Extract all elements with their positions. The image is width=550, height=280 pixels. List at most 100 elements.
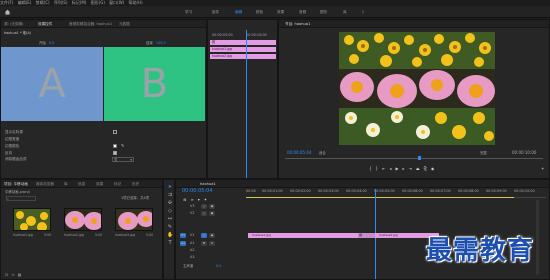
linked-selection-icon[interactable]: ∞ — [190, 197, 197, 202]
workspace-tab-editing[interactable]: 编辑 — [235, 10, 242, 15]
track-label-a1[interactable]: A1 — [190, 241, 194, 245]
wrench-icon[interactable]: ✦ — [204, 197, 211, 202]
tab-effect-controls[interactable]: 效果控件 — [38, 22, 52, 27]
lift-icon[interactable]: ⏏ — [416, 166, 424, 171]
solo-icon[interactable]: S — [209, 241, 215, 246]
ruler-label: 00:00:01:00 — [262, 189, 283, 193]
work-area-bar[interactable] — [246, 197, 514, 199]
workspace-tab-effects[interactable]: 效果 — [277, 10, 284, 15]
program-timecode[interactable]: 00:00:05:04 — [287, 150, 311, 155]
project-item-thumb[interactable] — [13, 208, 51, 231]
type-tool-icon[interactable]: T — [167, 240, 173, 246]
razor-tool-icon[interactable]: ◇ — [167, 208, 173, 214]
project-item-thumb[interactable] — [64, 208, 102, 231]
extract-icon[interactable]: ⎘ — [424, 166, 431, 171]
slip-tool-icon[interactable]: ↔ — [167, 216, 173, 222]
workspace-more[interactable]: 》 — [362, 10, 366, 15]
chevron-down-icon: ▾ — [130, 158, 132, 162]
show-actual-sources-checkbox[interactable] — [113, 130, 117, 134]
selection-tool-icon[interactable]: ➤ — [167, 184, 173, 190]
mini-transition-bar[interactable]: 推 — [210, 40, 276, 45]
workspace-tab-color[interactable]: 颜色 — [256, 10, 263, 15]
ripple-edit-tool-icon[interactable]: ✣ — [167, 200, 173, 206]
tab-info[interactable]: 信息 — [78, 182, 85, 187]
track-select-tool-icon[interactable]: ⇉ — [167, 192, 173, 198]
track-label-v2[interactable]: V2 — [190, 211, 194, 215]
mute-icon[interactable]: M — [201, 241, 207, 246]
tab-sequence[interactable]: haohua1 — [200, 182, 216, 186]
mini-clip-b[interactable]: huahua2.jpg — [210, 54, 276, 59]
timeline-tabs: haohua1 — [176, 180, 549, 188]
workspace-tab-libraries[interactable]: 库 — [343, 10, 347, 15]
project-item-thumb[interactable] — [115, 208, 153, 231]
eye-icon[interactable]: ◉ — [209, 204, 215, 209]
eye-icon[interactable]: ◉ — [209, 211, 215, 216]
workspace-tab-audio[interactable]: 音频 — [299, 10, 306, 15]
eyedropper-icon[interactable]: ✎ — [121, 143, 124, 148]
go-to-out-icon[interactable]: ⇥ — [409, 166, 416, 171]
menu-marker[interactable]: 标记(M) — [72, 0, 87, 5]
workspace-tab-graphics[interactable]: 图形 — [320, 10, 327, 15]
menu-sequence[interactable]: 序列(S) — [54, 0, 68, 5]
reverse-checkbox[interactable] — [113, 151, 117, 155]
mini-playhead[interactable] — [246, 30, 247, 178]
quality-dropdown[interactable]: 完整 — [480, 151, 487, 155]
track-label-v1[interactable]: V1 — [190, 233, 194, 237]
menu-file[interactable]: 文件(F) — [0, 0, 13, 5]
program-scrub-bar[interactable] — [285, 158, 543, 159]
start-value[interactable]: 0.0 — [49, 41, 54, 45]
timeline-clip[interactable]: huahua1.jpg — [248, 233, 358, 238]
yellow-flowers-thumbnail — [14, 209, 50, 230]
tab-markers[interactable]: 标记 — [114, 182, 121, 187]
watermark-logo: 最需教育 — [426, 236, 535, 266]
antialias-dropdown[interactable]: 关 ▾ — [112, 157, 134, 162]
export-frame-icon[interactable]: ◉ — [431, 166, 439, 171]
menu-graphics[interactable]: 图形(G) — [91, 0, 105, 5]
lock-track-icon[interactable]: ▢ — [201, 211, 207, 216]
tab-project[interactable]: 项目: 平移动画 — [4, 182, 28, 187]
source-patch-v1[interactable]: V1 — [180, 233, 186, 238]
timeline-transition[interactable]: 推 — [358, 233, 375, 238]
add-button-icon[interactable]: + — [541, 166, 544, 171]
hand-tool-icon[interactable]: ✋ — [167, 232, 173, 238]
timeline-timecode[interactable]: 00:00:05:04 — [182, 189, 213, 194]
tab-media-browser[interactable]: 媒体浏览器 — [36, 182, 54, 187]
track-label-a3[interactable]: A3 — [190, 255, 194, 259]
menu-edit[interactable]: 编辑(E) — [18, 0, 32, 5]
menu-help[interactable]: 帮助(H) — [129, 0, 143, 5]
end-value[interactable]: 100.0 — [156, 41, 166, 45]
pen-tool-icon[interactable]: ✎ — [167, 224, 173, 230]
eye-icon[interactable]: ◉ — [209, 233, 215, 238]
property-border-color: 边框颜色 — [5, 144, 20, 148]
track-label-a2[interactable]: A2 — [190, 248, 194, 252]
border-color-swatch[interactable] — [113, 144, 117, 148]
tab-effects[interactable]: 效果 — [96, 182, 103, 187]
tab-metadata[interactable]: 元数据 — [119, 22, 130, 27]
tab-libraries[interactable]: 库 — [64, 182, 68, 187]
project-item-name: huahua3.jpg — [115, 233, 135, 237]
master-volume[interactable]: 0.0 — [216, 264, 221, 268]
tab-audio-clip-mixer[interactable]: 音频剪辑混合器: haohua1 — [69, 22, 112, 27]
icon-view-icon[interactable]: ▦ — [18, 272, 25, 277]
lock-track-icon[interactable]: ▢ — [201, 204, 207, 209]
tab-history[interactable]: 历史 — [132, 182, 139, 187]
workspace-tab-learn[interactable]: 学习 — [185, 10, 192, 15]
ruler-label: 00:00:08:00 — [458, 189, 479, 193]
lock-track-icon[interactable]: ▢ — [201, 233, 207, 238]
project-tabs: 项目: 平移动画 媒体浏览器 库 信息 效果 标记 历史 — [1, 180, 162, 188]
menu-clip[interactable]: 剪辑(C) — [36, 0, 50, 5]
source-patch-a1[interactable]: A1 — [180, 241, 186, 246]
tab-program[interactable]: 节目: haohua1 — [285, 22, 310, 27]
ruler-label: 00:00:06:00 — [402, 189, 423, 193]
workspace-tab-assembly[interactable]: 组件 — [212, 10, 219, 15]
tab-source[interactable]: 源: (无剪辑) — [4, 22, 24, 27]
home-icon[interactable] — [4, 9, 11, 15]
play-icon[interactable]: ▶ — [395, 166, 402, 171]
project-search-input[interactable]: ⌕ — [6, 196, 36, 201]
ruler-label: 00:00:09:00 — [486, 189, 507, 193]
fit-dropdown[interactable]: 适合 — [319, 151, 326, 155]
program-playhead[interactable] — [418, 156, 421, 160]
mini-clip-a[interactable]: huahua1.jpg — [210, 47, 276, 52]
track-label-v3[interactable]: V3 — [190, 204, 194, 208]
menu-window[interactable]: 窗口(W) — [109, 0, 124, 5]
